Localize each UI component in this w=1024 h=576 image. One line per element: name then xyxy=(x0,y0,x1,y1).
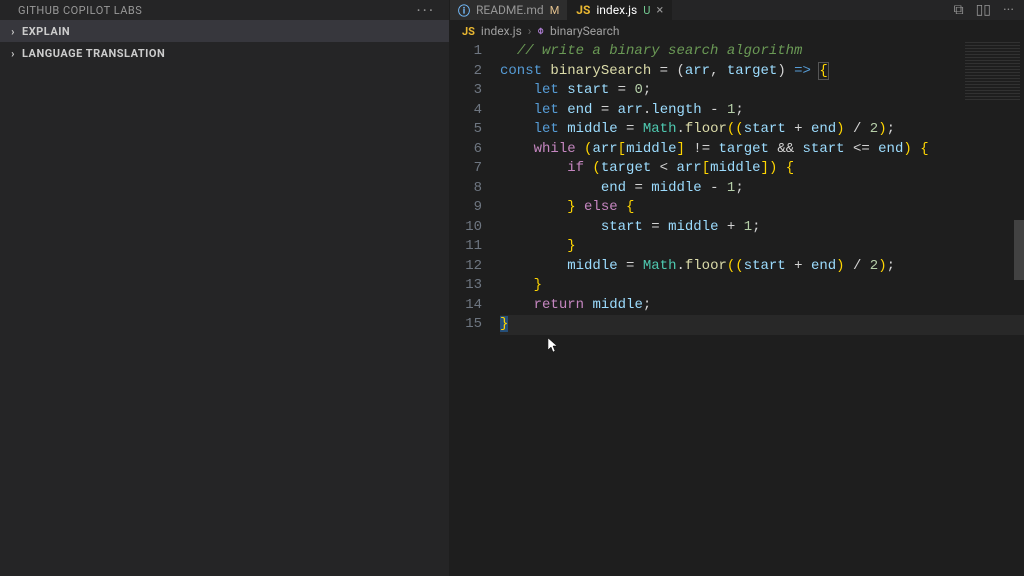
code-line[interactable]: } xyxy=(500,237,1024,257)
line-number: 2 xyxy=(450,62,482,82)
compare-icon[interactable]: ⧉ xyxy=(954,2,964,18)
line-number: 10 xyxy=(450,218,482,238)
file-type-icon: ⓘ xyxy=(458,2,470,19)
line-number: 1 xyxy=(450,42,482,62)
code-line[interactable]: } xyxy=(500,276,1024,296)
code-line[interactable]: let end = arr.length - 1; xyxy=(500,101,1024,121)
sidebar-copilot-labs: GITHUB COPILOT LABS ··· ›EXPLAIN›LANGUAG… xyxy=(0,0,450,576)
code-line[interactable]: let start = 0; xyxy=(500,81,1024,101)
line-number: 9 xyxy=(450,198,482,218)
chevron-right-icon: › xyxy=(528,24,532,38)
editor-tab[interactable]: JS index.js U × xyxy=(568,0,672,20)
editor-tab-actions: ⧉ ▯▯ ··· xyxy=(954,2,1024,18)
editor-area: ⓘ README.md M JS index.js U × ⧉ ▯▯ ··· JS inde… xyxy=(450,0,1024,576)
code-line[interactable]: middle = Math.floor((start + end) / 2); xyxy=(500,257,1024,277)
sidebar-title: GITHUB COPILOT LABS xyxy=(18,4,142,17)
line-number: 8 xyxy=(450,179,482,199)
tab-filename: README.md xyxy=(476,3,544,17)
line-number: 14 xyxy=(450,296,482,316)
chevron-right-icon: › xyxy=(6,25,20,38)
sidebar-section[interactable]: ›EXPLAIN xyxy=(0,20,449,42)
line-number: 4 xyxy=(450,101,482,121)
js-file-icon: JS xyxy=(462,25,475,38)
code-editor[interactable]: 123456789101112131415 // write a binary … xyxy=(450,42,1024,576)
tab-filename: index.js xyxy=(596,3,637,17)
vertical-scrollbar[interactable] xyxy=(1014,220,1024,280)
method-icon: ⌽ xyxy=(537,24,544,38)
tab-git-status: U xyxy=(643,4,650,17)
code-line[interactable]: } else { xyxy=(500,198,1024,218)
editor-tabs: ⓘ README.md M JS index.js U × ⧉ ▯▯ ··· xyxy=(450,0,1024,20)
minimap[interactable] xyxy=(965,42,1020,102)
line-number: 12 xyxy=(450,257,482,277)
tab-git-status: M xyxy=(550,4,560,17)
mouse-cursor-icon xyxy=(548,338,560,358)
split-editor-icon[interactable]: ▯▯ xyxy=(976,2,991,18)
line-number: 11 xyxy=(450,237,482,257)
breadcrumb[interactable]: JS index.js › ⌽ binarySearch xyxy=(450,20,1024,42)
close-icon[interactable]: × xyxy=(656,3,663,18)
more-icon[interactable]: ··· xyxy=(1003,2,1014,18)
code-line[interactable]: const binarySearch = (arr, target) => { xyxy=(500,62,1024,82)
line-number: 5 xyxy=(450,120,482,140)
code-line[interactable]: return middle; xyxy=(500,296,1024,316)
sidebar-section-label: EXPLAIN xyxy=(22,25,70,38)
sidebar-section[interactable]: ›LANGUAGE TRANSLATION xyxy=(0,42,449,64)
more-icon[interactable]: ··· xyxy=(416,1,435,20)
code-line[interactable]: let middle = Math.floor((start + end) / … xyxy=(500,120,1024,140)
code-content[interactable]: // write a binary search algorithmconst … xyxy=(500,42,1024,576)
editor-tab[interactable]: ⓘ README.md M xyxy=(450,0,568,20)
line-number-gutter: 123456789101112131415 xyxy=(450,42,500,576)
line-number: 15 xyxy=(450,315,482,335)
line-number: 3 xyxy=(450,81,482,101)
sidebar-section-label: LANGUAGE TRANSLATION xyxy=(22,47,165,60)
line-number: 7 xyxy=(450,159,482,179)
line-number: 6 xyxy=(450,140,482,160)
sidebar-header: GITHUB COPILOT LABS ··· xyxy=(0,0,449,20)
line-number: 13 xyxy=(450,276,482,296)
code-line[interactable]: } xyxy=(500,315,1024,335)
file-type-icon: JS xyxy=(576,3,590,17)
code-line[interactable]: if (target < arr[middle]) { xyxy=(500,159,1024,179)
breadcrumb-file: index.js xyxy=(481,24,522,38)
code-line[interactable]: end = middle - 1; xyxy=(500,179,1024,199)
code-line[interactable]: start = middle + 1; xyxy=(500,218,1024,238)
breadcrumb-symbol: binarySearch xyxy=(550,24,620,38)
code-line[interactable]: while (arr[middle] != target && start <=… xyxy=(500,140,1024,160)
chevron-right-icon: › xyxy=(6,47,20,60)
code-line[interactable]: // write a binary search algorithm xyxy=(500,42,1024,62)
